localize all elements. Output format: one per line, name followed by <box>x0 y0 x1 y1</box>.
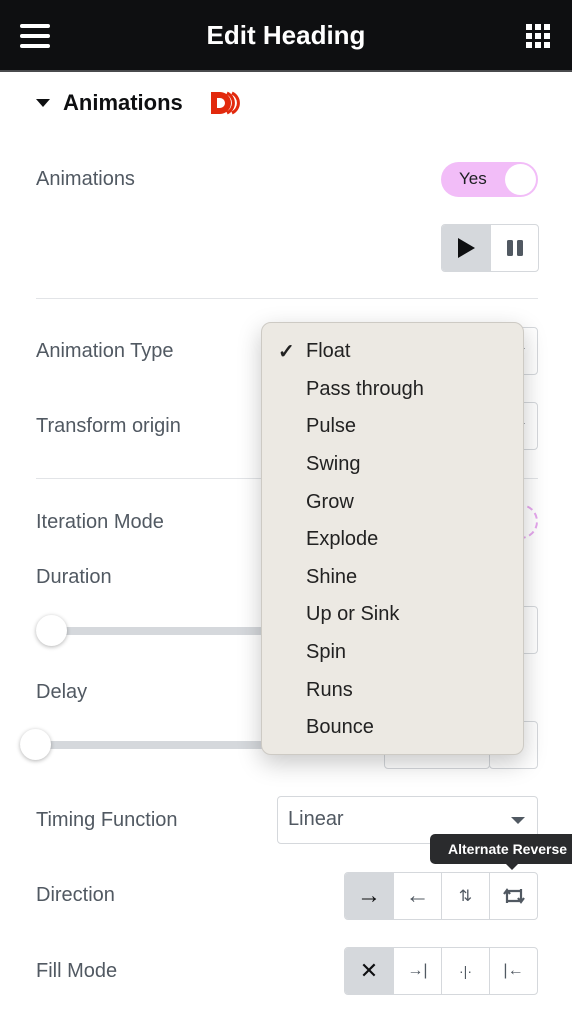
option-label: Swing <box>306 453 361 476</box>
d-logo-icon <box>210 91 240 115</box>
option-label: Explode <box>306 528 379 551</box>
option-label: Pulse <box>306 415 357 438</box>
close-icon: ✕ <box>359 958 379 983</box>
direction-label: Direction <box>36 884 115 906</box>
caret-down-icon <box>36 99 50 107</box>
option-label: Shine <box>306 565 358 588</box>
dropdown-option[interactable]: Swing <box>262 446 523 484</box>
backwards-icon: |← <box>503 962 524 979</box>
direction-button-group: → ← ⇅ <box>344 872 538 920</box>
animation-type-dropdown-menu: ✓ Float Pass through Pulse Swing Grow Exp… <box>261 322 524 755</box>
dropdown-option[interactable]: Pass through <box>262 371 523 409</box>
chevron-down-icon <box>511 817 525 824</box>
fill-mode-button-group: ✕ →| ·|· |← <box>344 947 538 995</box>
slider-thumb[interactable] <box>36 615 67 646</box>
section-header-animations[interactable]: Animations <box>36 88 243 118</box>
toggle-label: Yes <box>459 169 487 188</box>
dropdown-option[interactable]: Bounce <box>262 709 523 747</box>
option-label: Runs <box>306 678 353 701</box>
option-label: Up or Sink <box>306 603 400 626</box>
option-label: Spin <box>306 641 347 664</box>
timing-function-value: Linear <box>288 808 344 830</box>
both-icon: ·|· <box>459 963 472 979</box>
direction-normal-button[interactable]: → <box>345 873 393 919</box>
dropdown-option[interactable]: Spin <box>262 634 523 672</box>
animations-label: Animations <box>36 168 135 190</box>
iteration-mode-label: Iteration Mode <box>36 511 164 533</box>
option-label: Bounce <box>306 716 374 739</box>
dropdown-option[interactable]: Pulse <box>262 408 523 446</box>
alternate-icon: ⇅ <box>458 888 473 905</box>
dropdown-option[interactable]: Grow <box>262 483 523 521</box>
animations-toggle[interactable]: Yes <box>441 162 538 197</box>
fill-backwards-button[interactable]: |← <box>489 948 537 994</box>
fill-mode-label: Fill Mode <box>36 960 118 982</box>
fill-none-button[interactable]: ✕ <box>345 948 393 994</box>
delay-label: Delay <box>36 681 88 703</box>
transform-origin-label: Transform origin <box>36 415 181 437</box>
fill-forwards-button[interactable]: →| <box>393 948 441 994</box>
play-button[interactable] <box>442 225 490 271</box>
animation-type-label: Animation Type <box>36 340 174 362</box>
option-label: Pass through <box>306 377 424 400</box>
section-title: Animations <box>63 90 183 115</box>
timing-function-label: Timing Function <box>36 809 178 831</box>
direction-reverse-button[interactable]: ← <box>393 873 441 919</box>
option-label: Float <box>306 340 351 363</box>
tooltip-text: Alternate Reverse <box>448 841 568 857</box>
alternate-reverse-icon <box>502 888 525 904</box>
top-bar: Edit Heading <box>0 0 572 72</box>
dropdown-option[interactable]: Up or Sink <box>262 596 523 634</box>
checkmark-icon: ✓ <box>278 341 295 364</box>
dropdown-option[interactable]: Runs <box>262 671 523 709</box>
play-icon <box>458 238 475 258</box>
divider <box>36 298 538 299</box>
arrow-right-icon: → <box>357 882 381 909</box>
duration-label: Duration <box>36 566 112 588</box>
playback-controls <box>441 224 539 272</box>
pause-button[interactable] <box>490 225 538 271</box>
page-title: Edit Heading <box>206 20 366 50</box>
direction-alternate-reverse-button[interactable] <box>489 873 537 919</box>
slider-thumb[interactable] <box>20 729 51 760</box>
toggle-knob <box>505 164 536 195</box>
dropdown-option[interactable]: Explode <box>262 521 523 559</box>
tooltip: Alternate Reverse <box>430 834 572 870</box>
dropdown-option[interactable]: Shine <box>262 559 523 597</box>
option-label: Grow <box>306 490 354 513</box>
direction-alternate-button[interactable]: ⇅ <box>441 873 489 919</box>
arrow-left-icon: ← <box>405 882 430 909</box>
fill-both-button[interactable]: ·|· <box>441 948 489 994</box>
tooltip-pointer <box>506 864 518 870</box>
grid-icon[interactable] <box>526 24 550 48</box>
forwards-icon: →| <box>407 962 428 979</box>
dropdown-option[interactable]: ✓ Float <box>262 333 523 371</box>
pause-icon <box>506 240 523 256</box>
